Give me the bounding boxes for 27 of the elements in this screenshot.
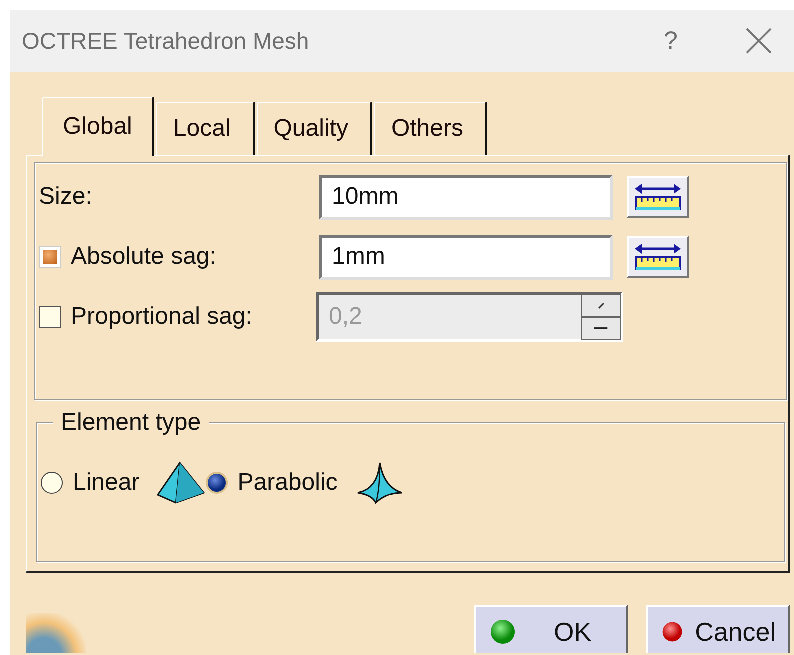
field-label: Proportional sag: xyxy=(71,303,252,331)
radio-label: Parabolic xyxy=(238,469,338,497)
radio-button[interactable] xyxy=(206,472,228,494)
tetrahedron-icon xyxy=(356,461,404,505)
tab[interactable]: Local xyxy=(156,102,255,155)
globe-drawing xyxy=(26,613,86,653)
tab[interactable]: Quality xyxy=(256,102,372,155)
field-label: Absolute sag: xyxy=(71,243,216,271)
status-dot-icon xyxy=(490,619,516,645)
measure-button[interactable] xyxy=(627,176,689,218)
radio-label: Linear xyxy=(73,469,140,497)
ok-button[interactable]: OK xyxy=(474,605,628,653)
tetrahedron-icon xyxy=(156,461,206,505)
field-label: Size: xyxy=(39,183,92,211)
field-value: 0,2 xyxy=(329,303,362,331)
measure-button[interactable] xyxy=(627,236,689,278)
radio-button[interactable] xyxy=(41,472,63,494)
input-field[interactable]: 1mm xyxy=(319,234,613,280)
input-field[interactable]: 10mm xyxy=(319,174,613,220)
tab[interactable]: Others xyxy=(374,102,488,155)
ruler-icon xyxy=(633,242,683,272)
help-button[interactable]: ? xyxy=(664,26,684,56)
cancel-button[interactable]: Cancel xyxy=(646,605,790,653)
ruler-icon xyxy=(633,182,683,212)
tab[interactable]: Global xyxy=(42,97,154,156)
close-icon[interactable] xyxy=(746,28,772,54)
window-title: OCTREE Tetrahedron Mesh xyxy=(22,28,310,54)
